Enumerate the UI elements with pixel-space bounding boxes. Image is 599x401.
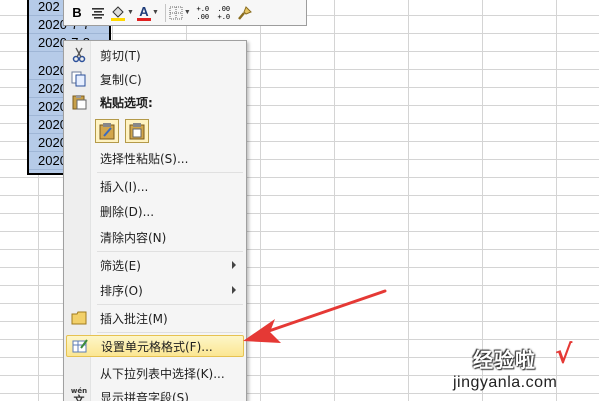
submenu-arrow-icon <box>232 261 236 269</box>
comment-icon <box>66 307 92 329</box>
menu-separator <box>97 251 243 252</box>
watermark-url: jingyanla.com <box>453 374 558 391</box>
menu-item-label: 从下拉列表中选择(K)... <box>100 366 225 381</box>
menu-item-copy[interactable]: 复制(C) <box>66 68 244 90</box>
paste-keep-formatting-button[interactable] <box>95 119 119 143</box>
menu-item-insert[interactable]: 插入(I)... <box>66 175 244 197</box>
scissors-icon <box>66 44 92 66</box>
menu-item-label: 筛选(E) <box>100 258 141 273</box>
red-annotation-arrow <box>243 289 387 343</box>
menu-item-label: 设置单元格格式(F)... <box>101 339 213 354</box>
borders-icon <box>169 6 183 19</box>
paste-icon <box>129 123 145 140</box>
mini-toolbar: B ▼ A ▼ ▼ +.0 .00 .00 +.0 <box>63 0 307 26</box>
menu-item-label: 清除内容(N) <box>100 230 167 245</box>
align-center-icon <box>92 7 104 19</box>
toolbar-separator <box>164 3 166 22</box>
menu-item-label: 选择性粘贴(S)... <box>100 151 189 166</box>
decrease-decimal-icon: .00 +.0 <box>217 4 231 21</box>
clipboard-icon <box>66 91 92 113</box>
increase-decimal-icon: +.0 .00 <box>196 4 210 21</box>
menu-item-label: 剪切(T) <box>100 48 141 63</box>
format-painter-icon <box>237 5 252 20</box>
menu-item-delete[interactable]: 删除(D)... <box>66 200 244 222</box>
dropdown-arrow-icon: ▼ <box>151 9 159 16</box>
menu-item-label: 删除(D)... <box>100 204 155 219</box>
increase-decimal-button[interactable]: +.0 .00 <box>194 3 212 23</box>
paste-format-icon <box>99 123 115 140</box>
menu-item-label: 复制(C) <box>100 72 142 87</box>
paste-options-heading: 粘贴选项: <box>100 95 153 110</box>
menu-item-paste-options: 粘贴选项: <box>66 91 244 113</box>
format-painter-button[interactable] <box>236 3 254 23</box>
watermark: 经验啦 √ jingyanla.com <box>447 340 597 400</box>
paste-options-row <box>95 119 149 143</box>
font-color-button[interactable]: A ▼ <box>136 3 159 23</box>
menu-item-label: 显示拼音字段(S) <box>100 390 189 401</box>
menu-separator <box>97 304 243 305</box>
menu-item-clear-contents[interactable]: 清除内容(N) <box>66 226 244 248</box>
menu-item-pick-from-list[interactable]: 从下拉列表中选择(K)... <box>66 362 244 384</box>
menu-item-insert-comment[interactable]: 插入批注(M) <box>66 307 244 329</box>
menu-item-show-phonetic[interactable]: wén 文 显示拼音字段(S) <box>66 386 244 401</box>
dropdown-arrow-icon: ▼ <box>127 9 134 16</box>
watermark-text: 经验啦 <box>473 348 536 372</box>
phonetic-icon: wén 文 <box>70 387 88 401</box>
font-color-letter: A <box>139 3 149 19</box>
dropdown-arrow-icon: ▼ <box>183 9 191 16</box>
menu-item-format-cells[interactable]: 设置单元格格式(F)... <box>66 335 244 357</box>
paste-values-button[interactable] <box>125 119 149 143</box>
menu-separator <box>97 172 243 173</box>
menu-item-cut[interactable]: 剪切(T) <box>66 44 244 66</box>
format-cells-icon <box>67 335 93 357</box>
font-color-bar <box>136 17 151 21</box>
bold-button[interactable]: B <box>68 3 86 23</box>
menu-item-sort[interactable]: 排序(O) <box>66 279 244 301</box>
context-menu: 剪切(T) 复制(C) 粘贴选项: 选择性粘贴(S)... 插入(I)... 删… <box>63 40 247 401</box>
checkmark-icon: √ <box>555 340 573 370</box>
menu-item-label: 插入(I)... <box>100 179 149 194</box>
menu-item-filter[interactable]: 筛选(E) <box>66 254 244 276</box>
menu-item-label: 排序(O) <box>100 283 143 298</box>
menu-separator <box>97 332 243 333</box>
menu-item-label: 插入批注(M) <box>100 311 168 326</box>
paint-bucket-icon <box>111 5 125 21</box>
menu-item-paste-special[interactable]: 选择性粘贴(S)... <box>66 147 244 169</box>
borders-button[interactable]: ▼ <box>169 3 191 23</box>
decrease-decimal-button[interactable]: .00 +.0 <box>215 3 233 23</box>
align-center-button[interactable] <box>89 3 107 23</box>
copy-icon <box>66 68 92 90</box>
fill-color-button[interactable]: ▼ <box>110 3 134 23</box>
